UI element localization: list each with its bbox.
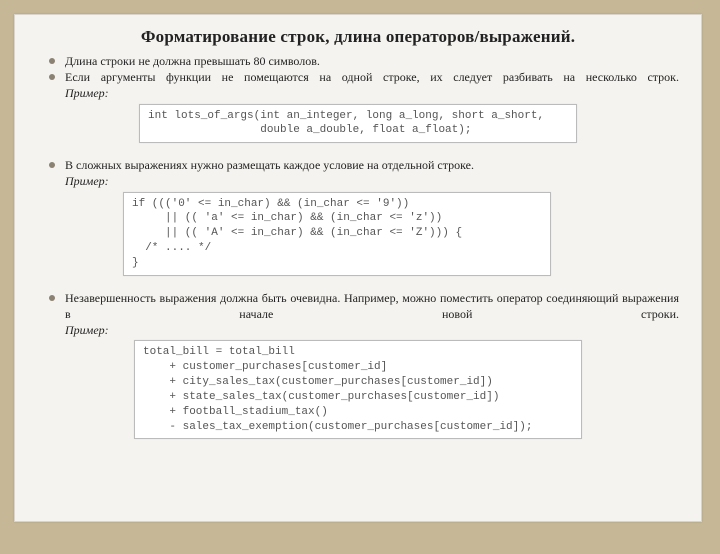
slide: Форматирование строк, длина операторов/в… [14,14,702,522]
bullet-list-2: В сложных выражениях нужно размещать каж… [37,157,679,173]
content-area: Длина строки не должна превышать 80 симв… [37,53,679,439]
example-label-1: Пример: [37,85,679,101]
page-title: Форматирование строк, длина операторов/в… [37,27,679,47]
code-block-1: int lots_of_args(int an_integer, long a_… [139,104,577,144]
bullet-list-3: Незавершенность выражения должна быть оч… [37,290,679,322]
example-label-3: Пример: [37,322,679,338]
example-label-2: Пример: [37,173,679,189]
bullet-list: Длина строки не должна превышать 80 симв… [37,53,679,85]
bullet-3: В сложных выражениях нужно размещать каж… [37,157,679,173]
code-block-2: if ((('0' <= in_char) && (in_char <= '9'… [123,192,551,276]
bullet-2: Если аргументы функции не помещаются на … [37,69,679,85]
code-block-3: total_bill = total_bill + customer_purch… [134,340,582,439]
bullet-4: Незавершенность выражения должна быть оч… [37,290,679,322]
bullet-1: Длина строки не должна превышать 80 симв… [37,53,679,69]
